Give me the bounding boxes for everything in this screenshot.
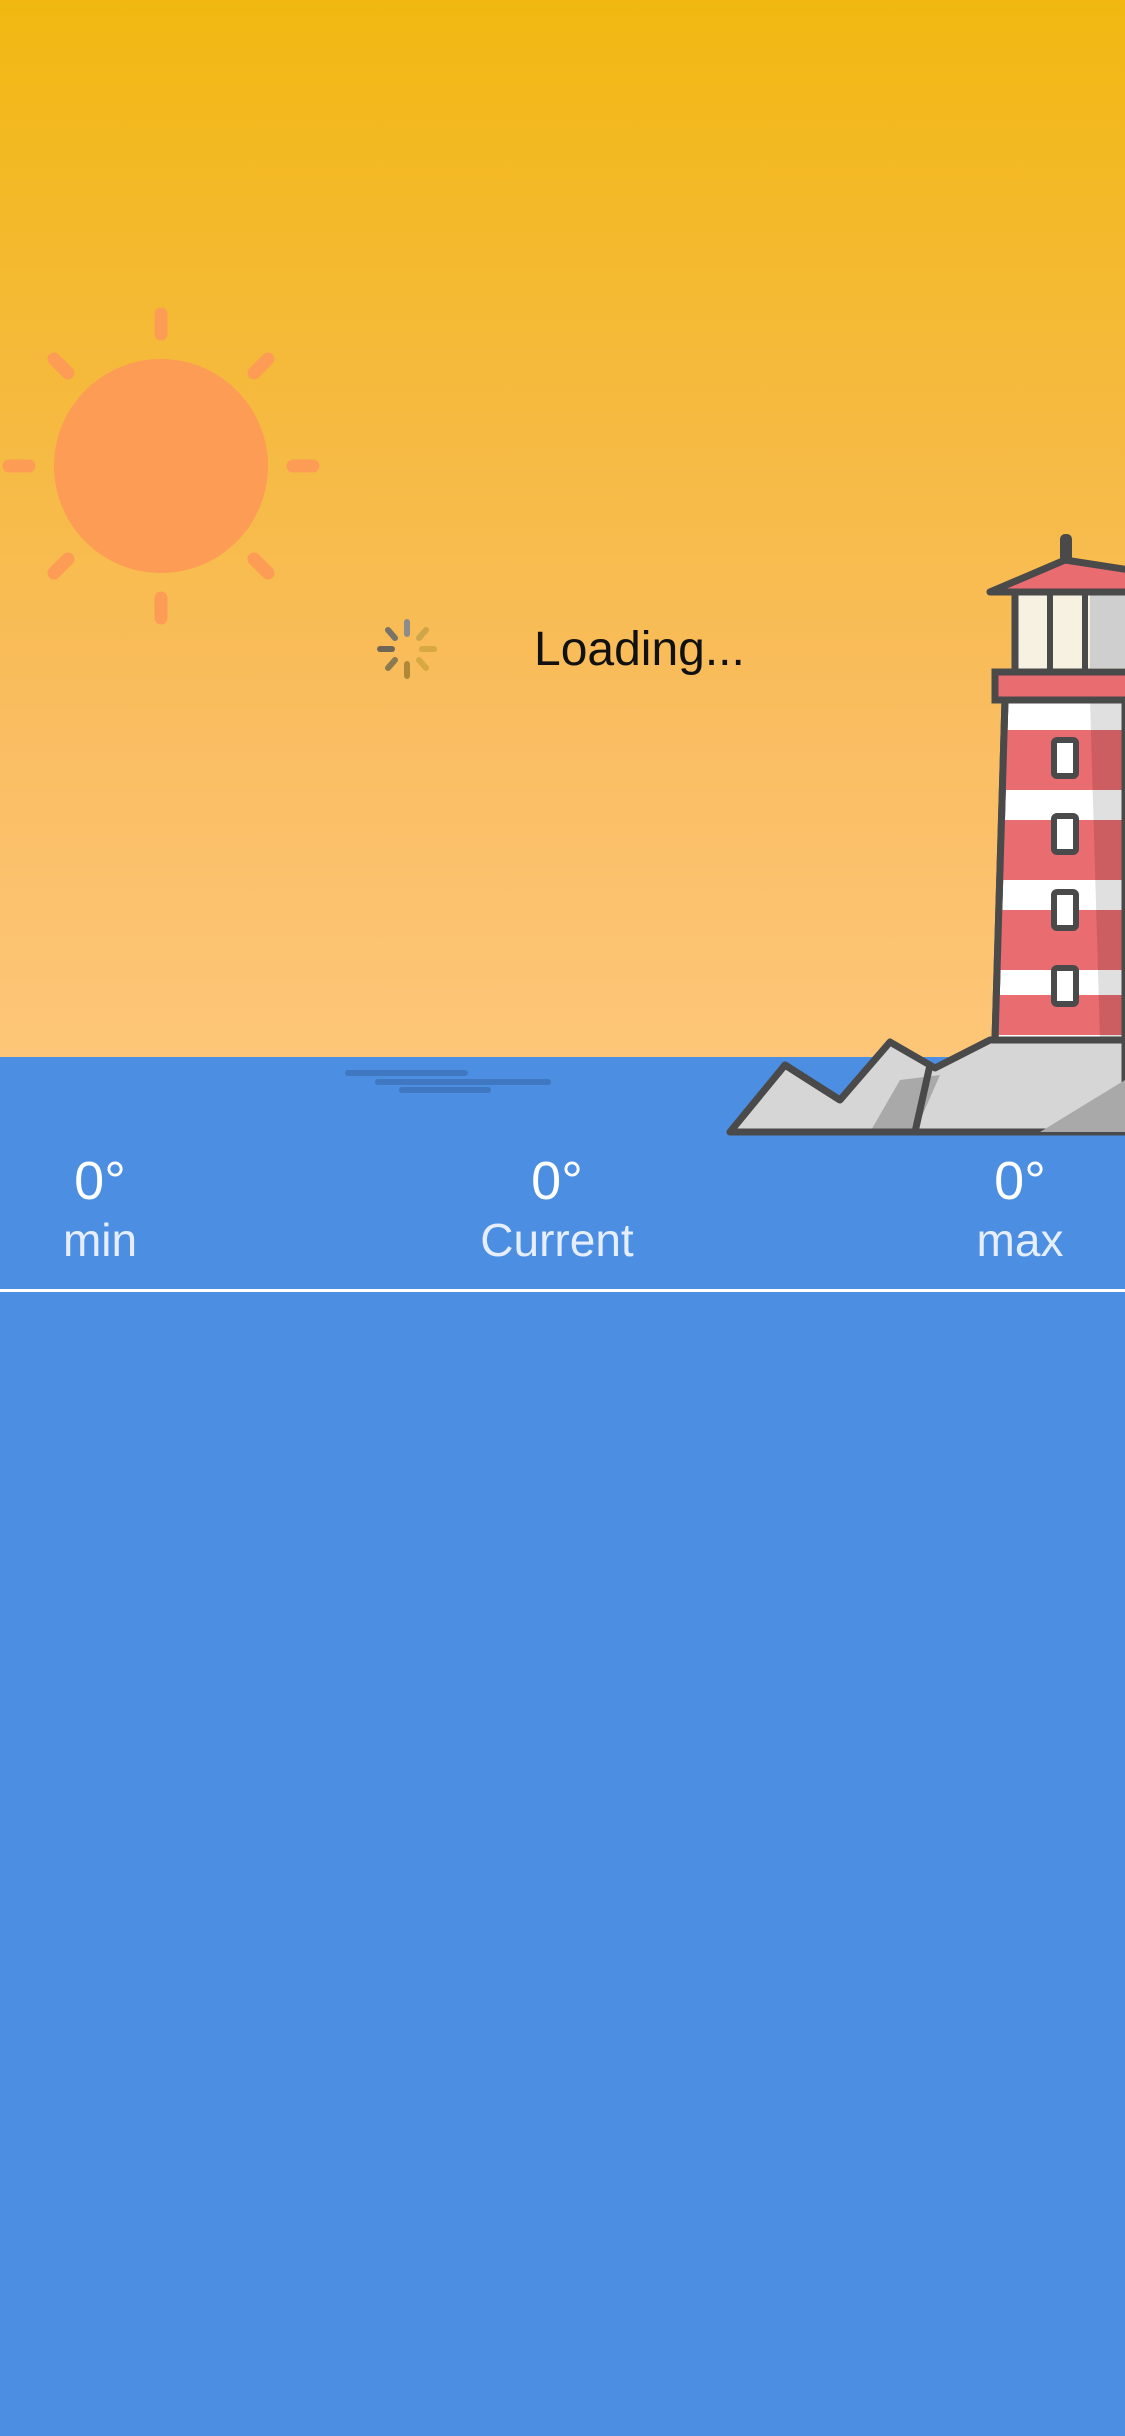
temp-current-label: Current: [480, 1214, 634, 1266]
loading-label: Loading...: [534, 623, 745, 676]
temp-min-value: 0°: [74, 1151, 126, 1211]
activity-spinner-icon: [377, 619, 437, 679]
temperature-summary: 0° min 0° Current 0° max: [0, 1150, 1125, 1280]
temp-max-value: 0°: [994, 1151, 1046, 1211]
temp-min-label: min: [62, 1214, 138, 1266]
divider-line: [0, 1289, 1125, 1292]
scene-illustration: [2, 307, 1125, 1136]
temp-max: 0° max: [890, 1150, 1125, 1268]
temp-current: 0° Current: [427, 1150, 687, 1268]
temp-current-value: 0°: [531, 1151, 583, 1211]
loading-indicator: Loading...: [0, 610, 1125, 690]
sun-icon: [2, 307, 320, 625]
temp-min: 0° min: [0, 1150, 230, 1268]
temp-max-label: max: [976, 1214, 1064, 1266]
water-ripples: [345, 1070, 551, 1093]
weather-screen: Loading... 0° min 0° Current 0° max: [0, 0, 1125, 2436]
rocks: [726, 1026, 1125, 1136]
